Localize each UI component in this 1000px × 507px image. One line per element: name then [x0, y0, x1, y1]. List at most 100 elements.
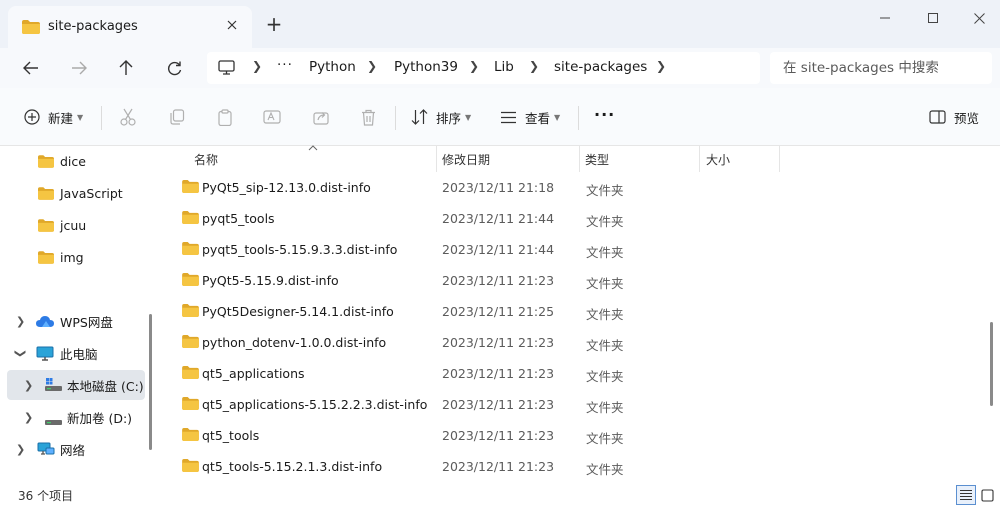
minimize-button[interactable]: [862, 4, 908, 32]
column-divider[interactable]: [779, 146, 780, 172]
navigation-pane: dice JavaScript jcuu img ❯ WPS网盘 ❯ 此电脑 ❯…: [0, 146, 158, 482]
chevron-down-icon: ▼: [554, 112, 561, 122]
share-button[interactable]: [311, 107, 331, 127]
new-button[interactable]: 新建 ▼: [24, 105, 83, 129]
content-scrollbar[interactable]: [990, 322, 993, 406]
breadcrumb-python[interactable]: Python: [309, 59, 356, 75]
up-arrow-icon: [119, 60, 133, 75]
table-row[interactable]: python_dotenv-1.0.0.dist-info 2023/12/11 …: [170, 327, 970, 358]
maximize-icon: [928, 13, 938, 23]
file-type: 文件夹: [586, 462, 624, 477]
breadcrumb-lib[interactable]: Lib: [494, 59, 514, 75]
file-modified-date: 2023/12/11 21:23: [442, 428, 555, 443]
rename-button[interactable]: [262, 107, 282, 127]
view-button[interactable]: 查看 ▼: [500, 105, 560, 129]
chevron-right-icon[interactable]: ❯: [656, 59, 666, 73]
breadcrumb-python39[interactable]: Python39: [394, 59, 458, 75]
file-modified-date: 2023/12/11 21:23: [442, 459, 555, 474]
back-button[interactable]: [15, 52, 47, 84]
table-row[interactable]: qt5_tools 2023/12/11 21:23 文件夹: [170, 420, 970, 451]
maximize-button[interactable]: [910, 4, 956, 32]
tiles-view-button[interactable]: [977, 485, 997, 505]
paste-button[interactable]: [215, 107, 235, 127]
sidebar-item-wps[interactable]: ❯ WPS网盘: [0, 306, 150, 336]
table-row[interactable]: pyqt5_tools 2023/12/11 21:44 文件夹: [170, 203, 970, 234]
item-count: 36 个项目: [18, 489, 74, 503]
file-name: pyqt5_tools: [202, 211, 275, 226]
sidebar-item-label: WPS网盘: [60, 314, 113, 330]
more-locations-button[interactable]: ···: [277, 57, 293, 73]
view-icon: [501, 111, 516, 123]
chevron-right-icon[interactable]: ❯: [469, 59, 479, 73]
cut-button[interactable]: [118, 107, 138, 127]
up-button[interactable]: [110, 52, 142, 84]
sidebar-item-drive-d[interactable]: ❯ 新加卷 (D:): [0, 402, 150, 432]
chevron-down-icon[interactable]: ❯: [14, 348, 27, 357]
sidebar-item-network[interactable]: ❯ 网络: [0, 434, 150, 464]
sidebar-item-drive-c[interactable]: ❯ 本地磁盘 (C:): [7, 370, 145, 400]
sidebar-item-this-pc[interactable]: ❯ 此电脑: [0, 338, 150, 368]
table-row[interactable]: pyqt5_tools-5.15.9.3.3.dist-info 2023/12/…: [170, 234, 970, 265]
tab-close-button[interactable]: [222, 15, 242, 35]
breadcrumb-site-packages[interactable]: site-packages: [554, 59, 647, 75]
table-row[interactable]: PyQt5Designer-5.14.1.dist-info 2023/12/11…: [170, 296, 970, 327]
close-icon: [227, 20, 237, 30]
column-divider[interactable]: [699, 146, 700, 172]
new-tab-button[interactable]: +: [262, 14, 286, 38]
forward-button[interactable]: [63, 52, 95, 84]
tab-site-packages[interactable]: site-packages: [8, 6, 252, 48]
column-header-type[interactable]: 类型: [585, 146, 609, 172]
sort-button[interactable]: 排序 ▼: [411, 105, 471, 129]
column-divider[interactable]: [436, 146, 437, 172]
file-modified-date: 2023/12/11 21:23: [442, 335, 555, 350]
sidebar-item-javascript[interactable]: JavaScript: [0, 178, 150, 208]
chevron-right-icon[interactable]: ❯: [529, 59, 539, 73]
chevron-right-icon[interactable]: ❯: [16, 443, 25, 456]
table-row[interactable]: qt5_tools-5.15.2.1.3.dist-info 2023/12/11…: [170, 451, 970, 482]
file-type: 文件夹: [586, 183, 624, 198]
file-type: 文件夹: [586, 276, 624, 291]
folder-icon: [38, 251, 54, 267]
address-bar[interactable]: ❯ ··· ❯ Python Python39 ❯ Lib ❯ site-pac…: [207, 52, 760, 84]
sort-ascending-icon: [308, 144, 318, 154]
table-row[interactable]: PyQt5_sip-12.13.0.dist-info 2023/12/11 21…: [170, 172, 970, 203]
table-row[interactable]: PyQt5-5.15.9.dist-info 2023/12/11 21:23 文件…: [170, 265, 970, 296]
search-box[interactable]: [770, 52, 992, 84]
view-button-label: 查看: [525, 110, 551, 126]
file-type: 文件夹: [586, 369, 624, 384]
preview-pane-button[interactable]: 预览: [929, 105, 979, 129]
folder-icon: [182, 273, 199, 289]
sidebar-item-dice[interactable]: dice: [0, 146, 150, 176]
table-row[interactable]: qt5_applications-5.15.2.2.3.dist-info 202…: [170, 389, 970, 420]
chevron-right-icon[interactable]: ❯: [367, 59, 377, 73]
back-arrow-icon: [23, 61, 38, 75]
file-name: python_dotenv-1.0.0.dist-info: [202, 335, 387, 350]
see-more-button[interactable]: ···: [594, 102, 615, 126]
column-header-size[interactable]: 大小: [706, 146, 730, 172]
sidebar-scrollbar[interactable]: [149, 314, 152, 450]
search-input[interactable]: [770, 52, 980, 84]
column-header-name[interactable]: 名称: [194, 146, 218, 172]
column-divider[interactable]: [579, 146, 580, 172]
computer-icon[interactable]: [218, 60, 235, 78]
folder-icon: [38, 155, 54, 171]
refresh-button[interactable]: [158, 52, 190, 84]
copy-button[interactable]: [167, 107, 187, 127]
sidebar-item-img[interactable]: img: [0, 242, 150, 272]
chevron-right-icon[interactable]: ❯: [24, 411, 33, 424]
paste-icon: [218, 108, 232, 126]
table-row[interactable]: qt5_applications 2023/12/11 21:23 文件夹: [170, 358, 970, 389]
column-header-modified[interactable]: 修改日期: [442, 146, 490, 172]
chevron-down-icon: ▼: [465, 112, 472, 122]
command-bar: 新建 ▼ 排序 ▼ 查看 ▼ ··· 预览: [0, 88, 1000, 146]
chevron-right-icon[interactable]: ❯: [24, 379, 33, 392]
folder-icon: [38, 187, 54, 203]
chevron-right-icon[interactable]: ❯: [16, 315, 25, 328]
sidebar-item-jcuu[interactable]: jcuu: [0, 210, 150, 240]
file-modified-date: 2023/12/11 21:44: [442, 211, 555, 226]
close-window-button[interactable]: [956, 4, 1000, 32]
chevron-right-icon[interactable]: ❯: [252, 59, 262, 73]
file-name: qt5_applications-5.15.2.2.3.dist-info: [202, 397, 428, 412]
delete-button[interactable]: [358, 107, 378, 127]
details-view-button[interactable]: [956, 485, 976, 505]
